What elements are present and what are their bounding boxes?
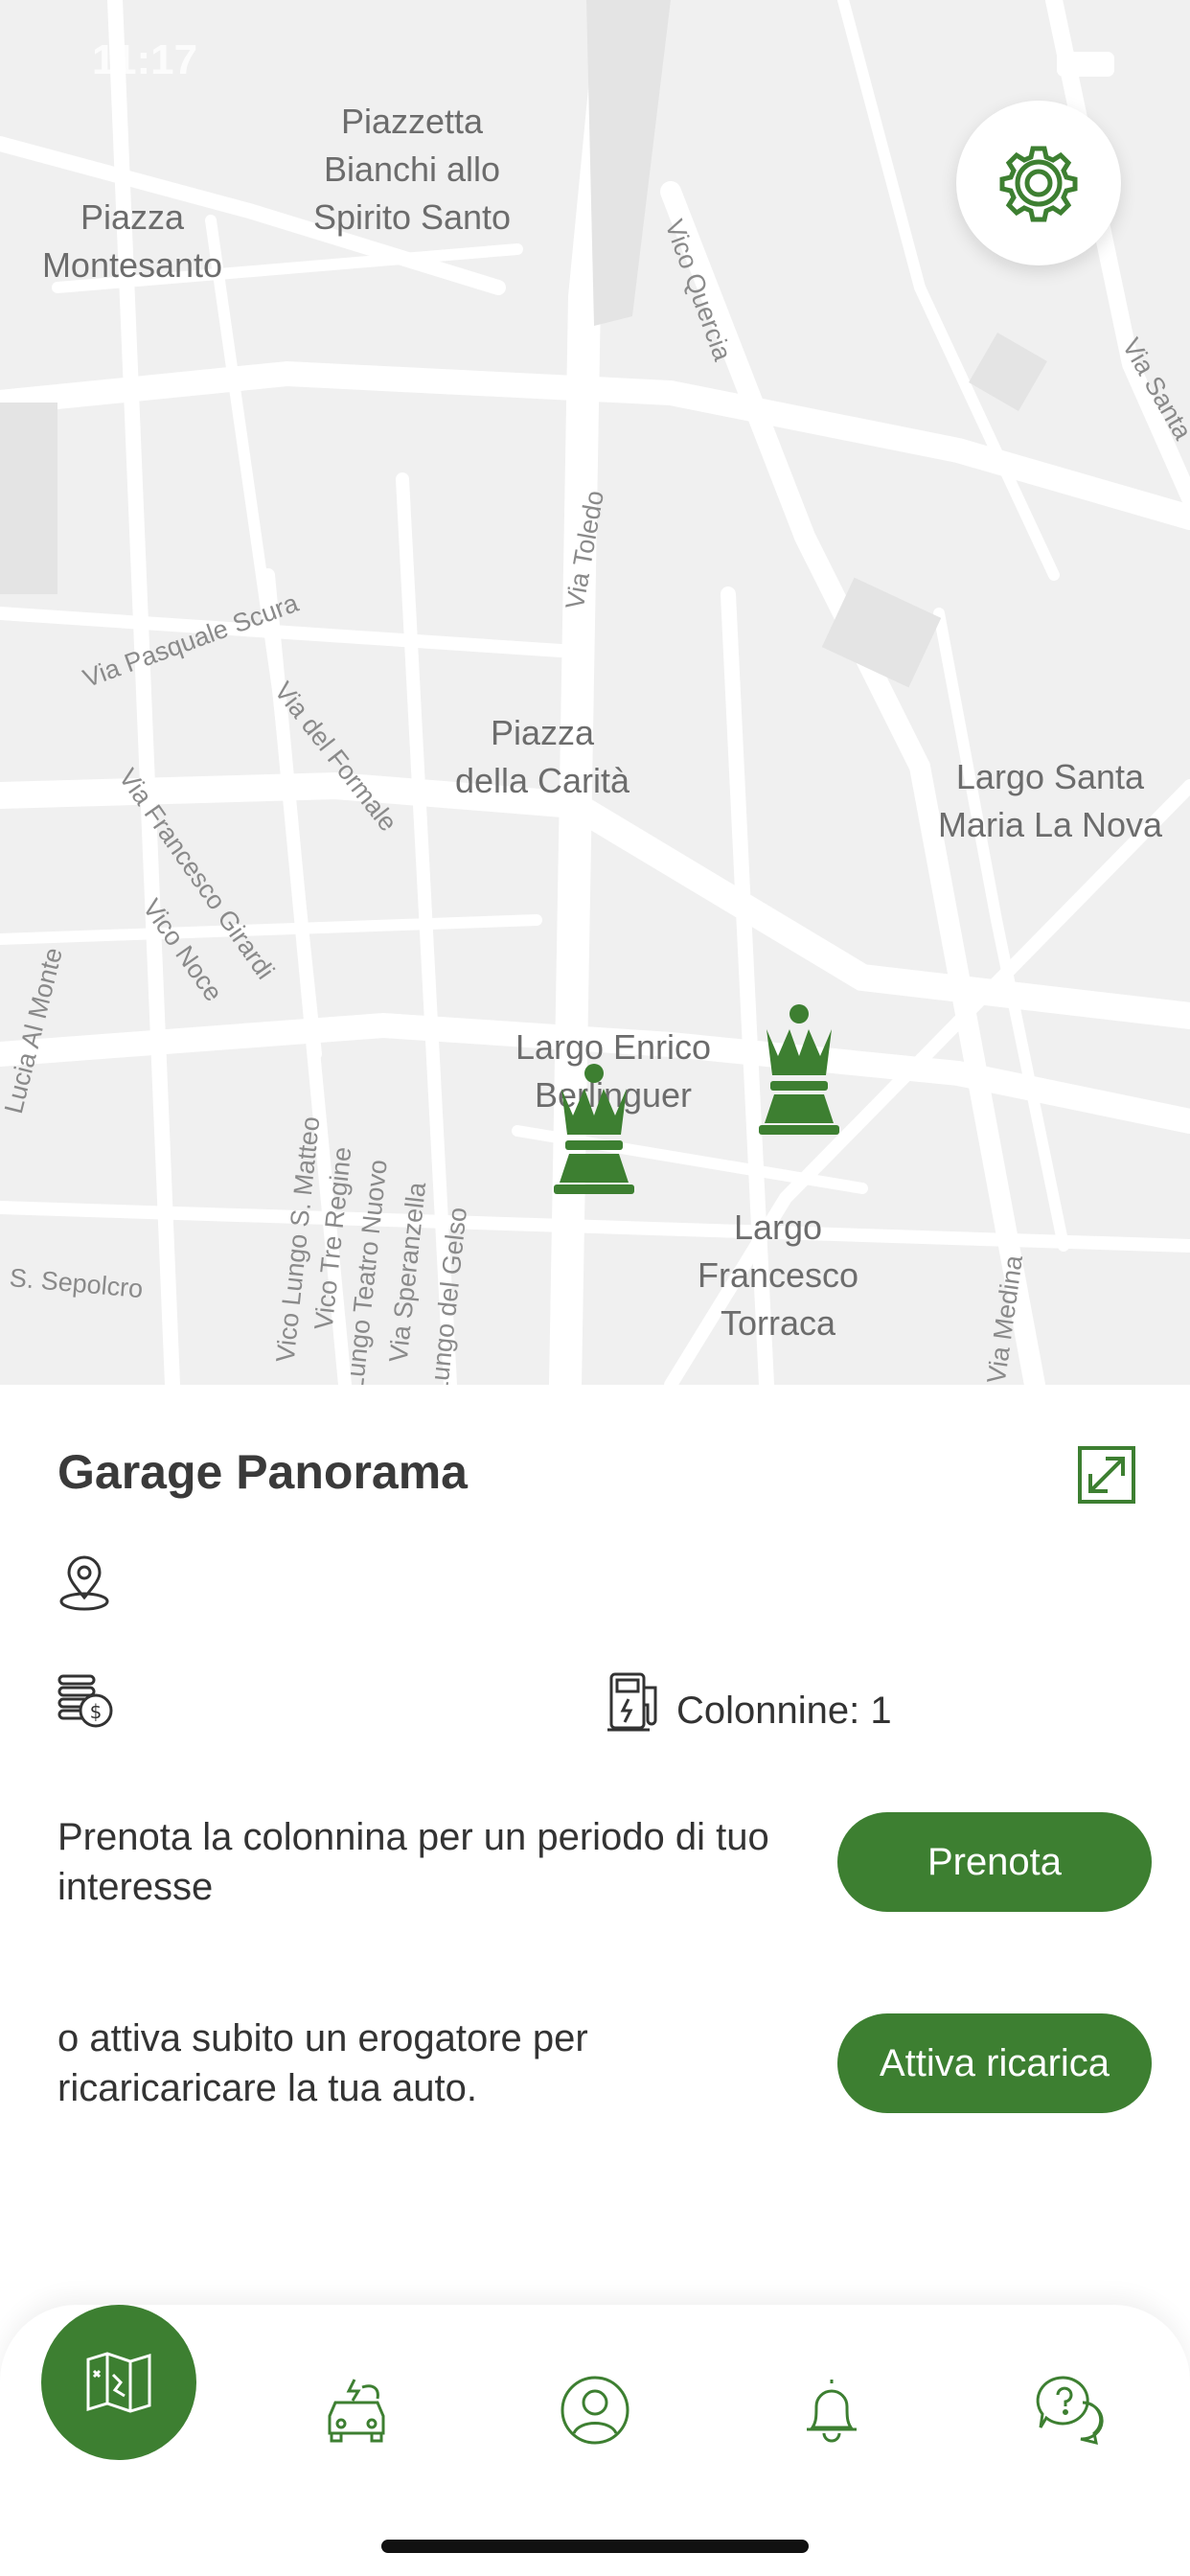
map-place-label: Largo Santa Maria La Nova (937, 757, 1163, 844)
expand-button[interactable] (1077, 1445, 1136, 1505)
profile-icon (561, 2376, 629, 2445)
map-place-label: Piazza della Carità (454, 713, 630, 800)
map-place-label: Piazzetta Bianchi allo Spirito Santo (312, 102, 512, 237)
expand-icon (1078, 1446, 1135, 1504)
fuel-pump-icon (606, 1670, 665, 1738)
svg-text:$: $ (90, 1700, 103, 1723)
help-chat-icon (1036, 2376, 1104, 2446)
map-place-label: Largo Francesco Torraca (697, 1208, 859, 1343)
station-detail-panel: Garage Panorama $ Colonnine: 1 Prenota l… (0, 1385, 1190, 2305)
book-button[interactable]: Prenota (837, 1812, 1152, 1912)
battery-icon (1057, 52, 1114, 77)
station-title: Garage Panorama (57, 1445, 468, 1499)
charging-station-marker[interactable] (759, 1002, 839, 1139)
tab-charging[interactable] (299, 2353, 414, 2468)
charging-station-marker[interactable] (554, 1062, 634, 1199)
tab-notifications[interactable] (774, 2353, 889, 2468)
tab-profile[interactable] (538, 2353, 652, 2468)
tab-help[interactable] (1014, 2353, 1129, 2468)
columns-count: Colonnine: 1 (676, 1690, 892, 1732)
chess-queen-icon (759, 1004, 839, 1135)
map-place-label: Piazza Montesanto (41, 197, 223, 285)
tab-map[interactable] (41, 2305, 196, 2460)
book-description: Prenota la colonnina per un periodo di t… (57, 1816, 769, 1908)
charge-description: o attiva subito un erogatore per ricaric… (57, 2017, 588, 2109)
chess-queen-icon (554, 1064, 634, 1194)
location-pin-icon (56, 1555, 113, 1618)
map-icon (86, 2352, 151, 2413)
bell-icon (807, 2380, 857, 2443)
map-view[interactable]: 11:17 Piazzetta Bianchi allo Spirito Santo… (0, 0, 1190, 1385)
gear-icon (999, 146, 1078, 222)
ev-car-icon (328, 2379, 385, 2443)
settings-button[interactable] (956, 101, 1121, 265)
home-indicator (381, 2540, 809, 2553)
price-coins-icon: $ (56, 1670, 115, 1735)
status-time: 11:17 (92, 36, 198, 83)
activate-charge-button[interactable]: Attiva ricarica (837, 2013, 1152, 2113)
